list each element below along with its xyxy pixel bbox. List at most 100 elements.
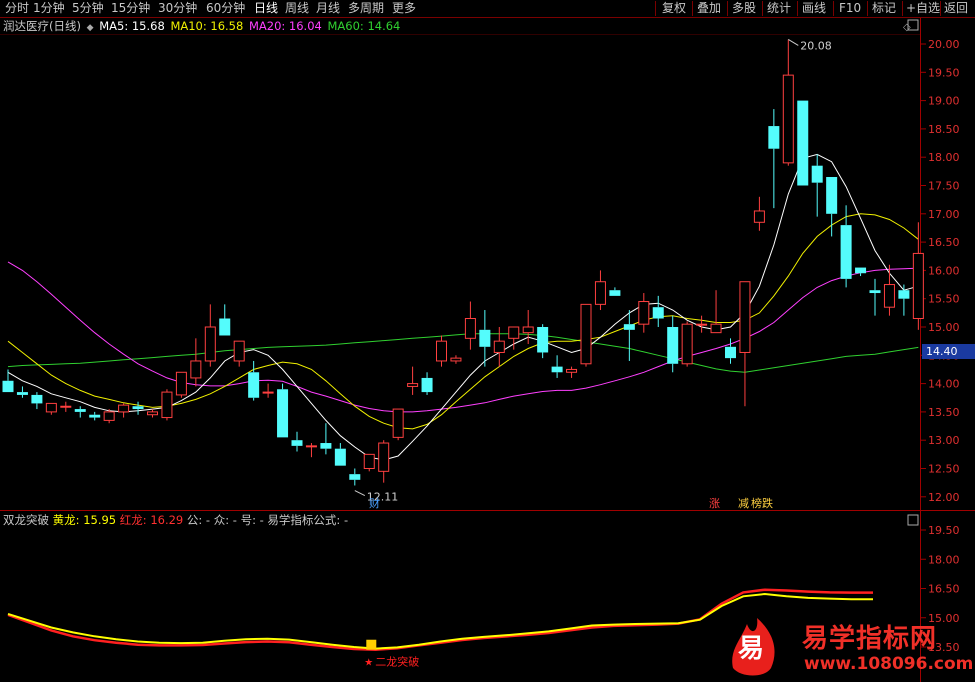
- candlestick[interactable]: [248, 360, 260, 401]
- candle-body: [132, 406, 144, 410]
- candle-body: [479, 329, 491, 347]
- candle-body: [103, 411, 115, 421]
- candlestick[interactable]: [291, 431, 303, 452]
- candle-body: [594, 281, 606, 305]
- candlestick[interactable]: [305, 443, 317, 458]
- candlestick[interactable]: [233, 340, 245, 367]
- candlestick[interactable]: [277, 383, 289, 438]
- candlestick[interactable]: [60, 401, 72, 412]
- low-pointer: [354, 490, 366, 497]
- candlestick[interactable]: [652, 295, 664, 327]
- candle-body: [2, 380, 14, 393]
- candlestick[interactable]: [175, 371, 187, 398]
- candle-body: [739, 281, 751, 353]
- candlestick[interactable]: [840, 205, 852, 288]
- candlestick[interactable]: [436, 335, 447, 367]
- candle-body: [190, 360, 202, 379]
- candlestick[interactable]: [739, 281, 751, 407]
- candlestick[interactable]: [147, 409, 158, 418]
- candlestick[interactable]: [696, 315, 708, 333]
- candlestick[interactable]: [204, 304, 216, 367]
- price-axis-label: 18.00: [928, 151, 960, 164]
- candlestick[interactable]: [349, 468, 361, 486]
- candle-body: [421, 377, 433, 393]
- candlestick[interactable]: [710, 290, 722, 334]
- candlestick[interactable]: [378, 440, 390, 483]
- candlestick[interactable]: [262, 383, 274, 398]
- candlestick[interactable]: [797, 100, 809, 186]
- candlestick[interactable]: [392, 408, 404, 441]
- candlestick[interactable]: [450, 355, 462, 364]
- candlestick[interactable]: [594, 270, 606, 311]
- candlestick[interactable]: [883, 264, 895, 316]
- candlestick[interactable]: [493, 327, 505, 367]
- candlestick[interactable]: [580, 303, 592, 367]
- price-axis-label: 14.00: [928, 378, 960, 391]
- candlestick[interactable]: [623, 310, 635, 361]
- candle-body: [753, 210, 765, 223]
- candle-body: [74, 409, 86, 412]
- candle-body: [392, 408, 404, 438]
- candlestick[interactable]: [421, 372, 433, 395]
- candle-body: [710, 323, 722, 334]
- candlestick[interactable]: [363, 453, 375, 472]
- candle-body: [305, 445, 317, 448]
- price-axis-label: 16.50: [928, 236, 960, 249]
- price-axis-label: 15.00: [928, 321, 960, 334]
- candlestick[interactable]: [2, 369, 14, 393]
- candlestick[interactable]: [609, 287, 621, 296]
- candle-body: [161, 391, 173, 419]
- candlestick[interactable]: [681, 321, 693, 367]
- price-axis-label: 19.00: [928, 95, 960, 108]
- candlestick[interactable]: [320, 423, 332, 455]
- candlestick[interactable]: [464, 301, 476, 350]
- candlestick[interactable]: [667, 315, 679, 373]
- candlestick[interactable]: [869, 278, 881, 316]
- kline-chart[interactable]: ◇ 20.00 19.50 19.00 18.50 18.00 17.50 17.00 16.…: [0, 0, 975, 682]
- candlestick[interactable]: [31, 392, 43, 410]
- candle-body: [262, 391, 274, 394]
- indicator-maximize-icon[interactable]: [907, 514, 919, 526]
- candlestick[interactable]: [566, 366, 578, 378]
- candle-body: [551, 366, 563, 373]
- price-axis-label: 20.00: [928, 38, 960, 51]
- candlestick[interactable]: [132, 401, 144, 415]
- candle-body: [609, 290, 621, 296]
- candle-body: [782, 74, 794, 164]
- price-axis-label: 12.50: [928, 463, 960, 476]
- candlestick[interactable]: [782, 39, 794, 166]
- candlestick[interactable]: [479, 310, 491, 367]
- candle-body: [320, 443, 332, 449]
- candlestick[interactable]: [855, 267, 867, 277]
- candle-body: [826, 177, 838, 214]
- candlestick[interactable]: [638, 293, 650, 333]
- candlestick[interactable]: [912, 222, 924, 330]
- candle-body: [277, 389, 289, 438]
- ma5-line: [7, 153, 919, 461]
- event-zhang-label: 涨: [709, 497, 720, 510]
- candle-body: [667, 327, 679, 364]
- candlestick[interactable]: [45, 402, 57, 415]
- candlestick[interactable]: [334, 443, 346, 466]
- price-axis-label: 16.00: [928, 264, 960, 277]
- settings-diamond-icon[interactable]: ◇: [903, 22, 911, 33]
- candle-body: [725, 346, 736, 359]
- candlestick[interactable]: [407, 366, 419, 395]
- candlestick[interactable]: [190, 338, 202, 387]
- candlestick[interactable]: [753, 196, 765, 231]
- current-price-tag: 14.40: [922, 344, 975, 359]
- candlestick[interactable]: [74, 406, 86, 418]
- candle-body: [869, 290, 881, 294]
- candlestick[interactable]: [537, 324, 549, 359]
- candlestick[interactable]: [768, 109, 780, 209]
- candlestick[interactable]: [118, 403, 130, 418]
- candlestick[interactable]: [16, 386, 28, 398]
- indicator-axis-label: 16.50: [928, 583, 960, 596]
- price-axis-label: 15.50: [928, 293, 960, 306]
- candlestick[interactable]: [89, 411, 101, 421]
- candlestick[interactable]: [219, 304, 231, 336]
- candlestick[interactable]: [811, 154, 823, 217]
- candlestick[interactable]: [161, 389, 173, 421]
- candlestick[interactable]: [551, 355, 563, 378]
- ma10-line: [7, 213, 919, 430]
